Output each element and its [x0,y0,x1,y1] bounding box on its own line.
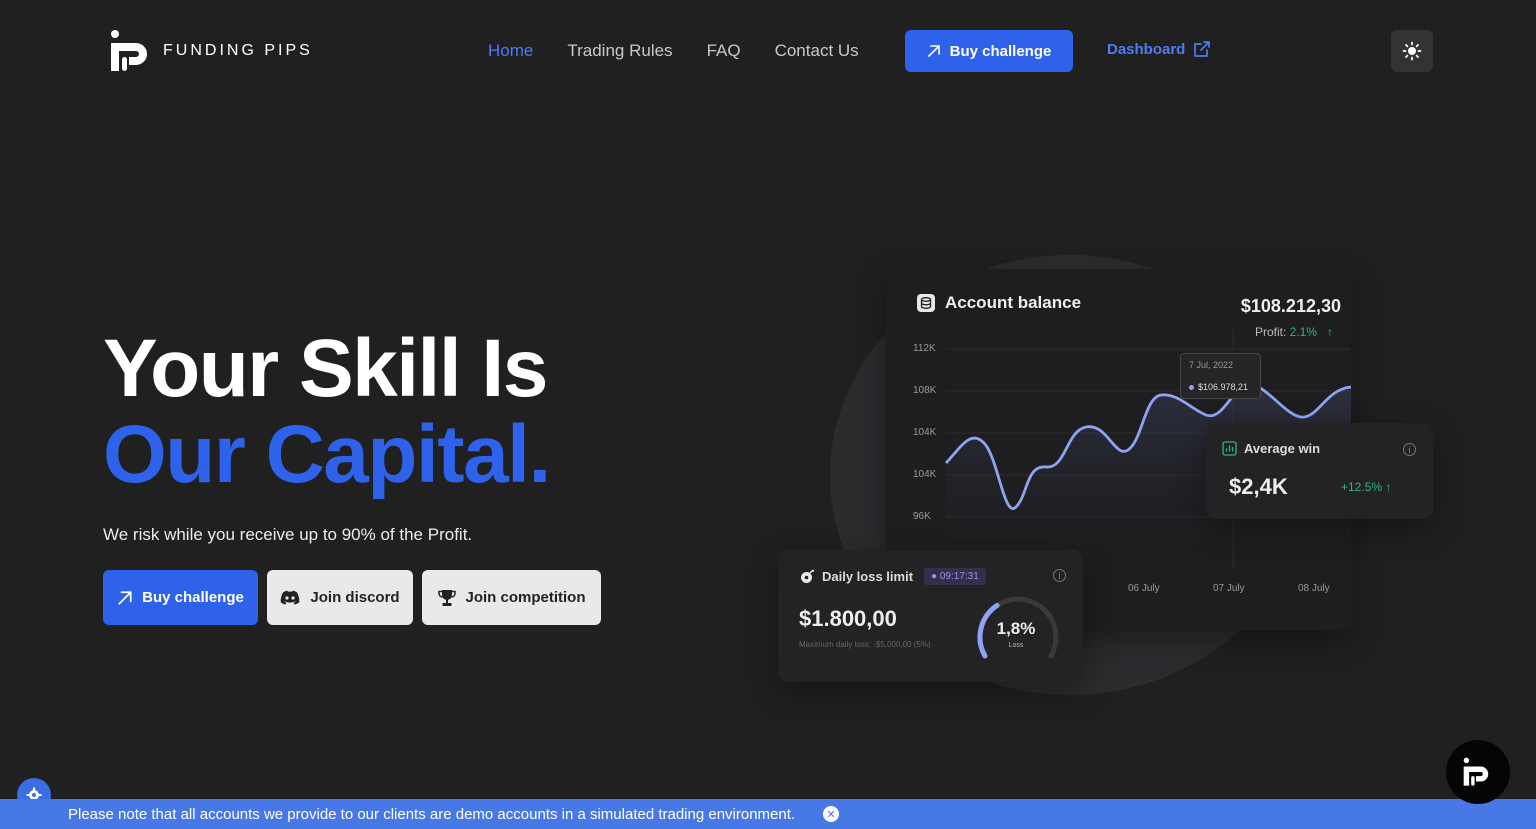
info-icon[interactable]: i [1053,569,1066,582]
bar-chart-icon [1222,441,1237,456]
average-win-title: Average win [1244,441,1321,456]
arrow-up-right-icon [118,590,132,605]
hero-title-line2: Our Capital. [103,409,551,500]
external-link-icon [1194,41,1211,57]
demo-notice-bar: Please note that all accounts we provide… [0,799,1536,829]
brand-logo[interactable]: FUNDING PIPS [110,29,313,73]
daily-loss-subtext: Maximum daily loss: -$5.000,00 (5%) [799,640,931,649]
daily-loss-title: Daily loss limit [822,569,914,584]
discord-icon [281,590,300,605]
hero-buy-challenge-label: Buy challenge [142,589,244,606]
hero-cta-row: Buy challenge Join discord Join competit… [103,570,601,625]
nav-buy-challenge-label: Buy challenge [949,42,1052,60]
gauge-label: Loss [1008,642,1024,649]
dashboard-link[interactable]: Dashboard [1107,40,1211,58]
funding-pips-logo-icon [111,30,147,71]
trophy-icon [437,589,456,606]
bomb-icon [801,569,815,583]
nav-faq[interactable]: FAQ [707,41,741,61]
main-nav: Home Trading Rules FAQ Contact Us [488,30,893,72]
funding-pips-logo-icon [1463,757,1489,786]
theme-toggle-button[interactable] [1391,30,1433,72]
tooltip-date: 7 Jul, 2022 [1189,360,1234,370]
chat-widget-button[interactable] [1446,740,1510,804]
gauge-percent: 1,8% [996,619,1036,638]
sun-icon [1402,41,1422,61]
average-win-header: Average win [1222,441,1320,456]
hero-title-line1: Your Skill Is [103,323,548,414]
join-competition-label: Join competition [465,589,586,606]
close-icon[interactable]: ✕ [823,806,840,822]
dashboard-label: Dashboard [1107,40,1186,58]
notice-text: Please note that all accounts we provide… [68,805,796,823]
hero-title: Your Skill Is Our Capital. [103,323,551,500]
x-tick: 08 July [1298,583,1330,594]
join-discord-button[interactable]: Join discord [267,570,413,625]
x-tick: 06 July [1128,583,1160,594]
nav-home[interactable]: Home [488,41,533,61]
nav-contact-us[interactable]: Contact Us [775,41,859,61]
nav-buy-challenge-button[interactable]: Buy challenge [905,30,1073,72]
clock-icon: ● [931,571,938,582]
nav-trading-rules[interactable]: Trading Rules [567,41,672,61]
brand-name: FUNDING PIPS [163,42,313,59]
daily-loss-card: Daily loss limit ● 09:17:31 i $1.800,00 … [778,550,1083,682]
arrow-up-icon: ↑ [1385,480,1392,494]
hero-subtitle: We risk while you receive up to 90% of t… [103,525,473,544]
join-competition-button[interactable]: Join competition [422,570,601,625]
join-discord-label: Join discord [310,589,400,606]
average-win-change: +12.5% ↑ [1341,480,1392,494]
chart-tooltip: 7 Jul, 2022 $106.978,21 [1180,353,1261,399]
arrow-up-right-icon [927,45,940,57]
tooltip-value: $106.978,21 [1189,382,1248,392]
info-icon[interactable]: i [1403,443,1416,456]
average-win-value: $2,4K [1229,474,1288,499]
countdown-timer: ● 09:17:31 [924,568,986,585]
x-tick: 07 July [1213,583,1245,594]
daily-loss-header: Daily loss limit ● 09:17:31 [800,568,986,585]
daily-loss-value: $1.800,00 [799,606,897,631]
hero-buy-challenge-button[interactable]: Buy challenge [103,570,258,625]
average-win-card: Average win i $2,4K +12.5% ↑ [1206,423,1433,519]
